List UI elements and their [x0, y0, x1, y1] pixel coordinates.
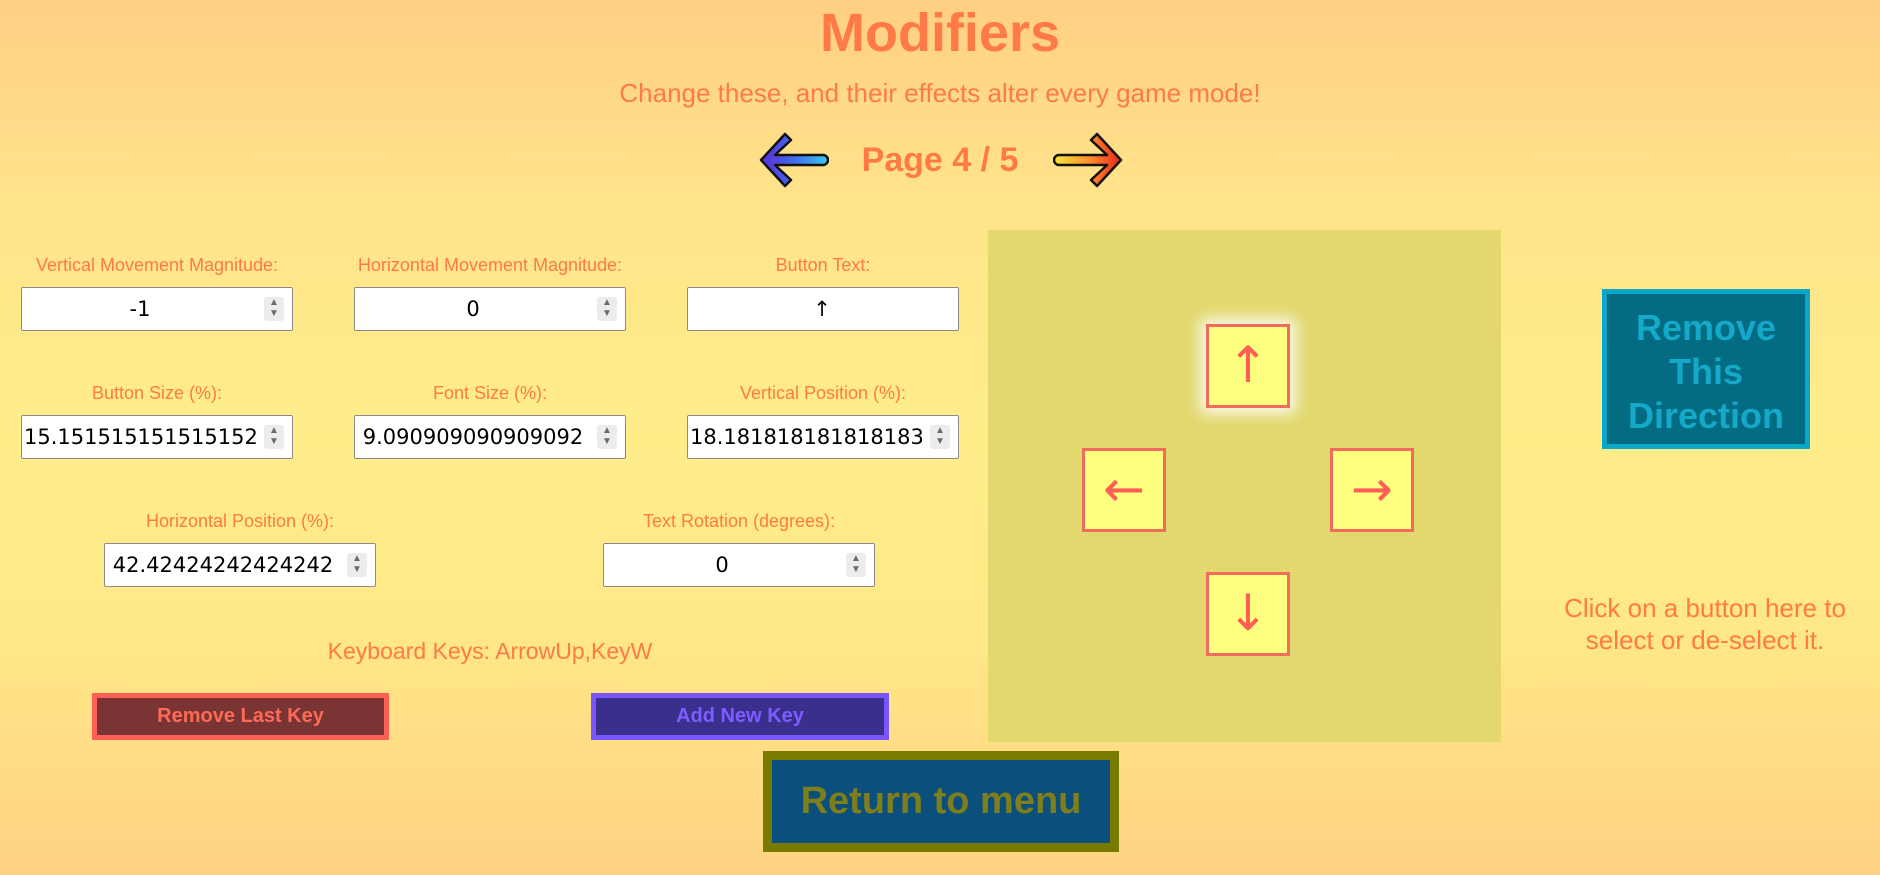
button-size-field[interactable]: ▲ ▼ — [21, 415, 293, 459]
vertical-magnitude-label: Vertical Movement Magnitude: — [35, 255, 279, 275]
spinner-down-icon[interactable]: ▼ — [935, 437, 945, 447]
remove-direction-button[interactable]: Remove This Direction — [1602, 289, 1810, 449]
text-rotation-input[interactable] — [606, 546, 838, 584]
prev-page-button[interactable] — [755, 130, 830, 190]
spinner-down-icon[interactable]: ▼ — [602, 309, 612, 319]
horizontal-position-input[interactable] — [107, 546, 339, 584]
add-new-key-button[interactable]: Add New Key — [591, 693, 889, 740]
spinner-down-icon[interactable]: ▼ — [352, 565, 362, 575]
font-size-field[interactable]: ▲ ▼ — [354, 415, 626, 459]
page-subtitle: Change these, and their effects alter ev… — [619, 78, 1261, 108]
direction-left-button[interactable]: ← — [1082, 448, 1166, 532]
horizontal-position-field[interactable]: ▲ ▼ — [104, 543, 376, 587]
pager: Page 4 / 5 — [0, 130, 1880, 190]
spinner-up-icon[interactable]: ▲ — [352, 554, 362, 564]
spinner-up-icon[interactable]: ▲ — [269, 426, 279, 436]
spinner-up-icon[interactable]: ▲ — [851, 554, 861, 564]
spinner-down-icon[interactable]: ▼ — [602, 437, 612, 447]
vertical-position-field[interactable]: ▲ ▼ — [687, 415, 959, 459]
return-to-menu-button[interactable]: Return to menu — [763, 751, 1119, 852]
arrow-left-icon — [759, 132, 830, 188]
horizontal-magnitude-label: Horizontal Movement Magnitude: — [357, 255, 623, 275]
direction-right-button[interactable]: → — [1330, 448, 1414, 532]
spinner-down-icon[interactable]: ▼ — [269, 437, 279, 447]
horizontal-magnitude-field[interactable]: ▲ ▼ — [354, 287, 626, 331]
keyboard-keys-text: Keyboard Keys: ArrowUp,KeyW — [327, 638, 653, 664]
spinner-down-icon[interactable]: ▼ — [269, 309, 279, 319]
button-text-input[interactable] — [690, 290, 954, 328]
horizontal-position-label: Horizontal Position (%): — [145, 511, 335, 531]
button-size-input[interactable] — [24, 418, 256, 456]
number-spinner[interactable]: ▲ ▼ — [347, 553, 367, 577]
spinner-up-icon[interactable]: ▲ — [935, 426, 945, 436]
direction-preview-panel: ↑ ← → ↓ — [988, 230, 1501, 742]
page-title: Modifiers — [819, 3, 1061, 63]
page-indicator: Page 4 / 5 — [861, 141, 1019, 179]
selection-hint: Click on a button here to select or de-s… — [1564, 593, 1846, 655]
remove-last-key-button[interactable]: Remove Last Key — [92, 693, 389, 740]
vertical-position-input[interactable] — [690, 418, 922, 456]
next-page-button[interactable] — [1052, 130, 1127, 190]
spinner-up-icon[interactable]: ▲ — [602, 298, 612, 308]
font-size-input[interactable] — [357, 418, 589, 456]
direction-up-button[interactable]: ↑ — [1206, 324, 1290, 408]
number-spinner[interactable]: ▲ ▼ — [930, 425, 950, 449]
spinner-up-icon[interactable]: ▲ — [269, 298, 279, 308]
vertical-magnitude-field[interactable]: ▲ ▼ — [21, 287, 293, 331]
vertical-position-label: Vertical Position (%): — [739, 383, 907, 403]
font-size-label: Font Size (%): — [432, 383, 548, 403]
horizontal-magnitude-input[interactable] — [357, 290, 589, 328]
number-spinner[interactable]: ▲ ▼ — [846, 553, 866, 577]
number-spinner[interactable]: ▲ ▼ — [264, 425, 284, 449]
spinner-down-icon[interactable]: ▼ — [851, 565, 861, 575]
arrow-right-icon — [1052, 132, 1123, 188]
spinner-up-icon[interactable]: ▲ — [602, 426, 612, 436]
button-text-field[interactable] — [687, 287, 959, 331]
text-rotation-field[interactable]: ▲ ▼ — [603, 543, 875, 587]
number-spinner[interactable]: ▲ ▼ — [597, 297, 617, 321]
button-text-label: Button Text: — [775, 255, 871, 275]
number-spinner[interactable]: ▲ ▼ — [597, 425, 617, 449]
direction-down-button[interactable]: ↓ — [1206, 572, 1290, 656]
vertical-magnitude-input[interactable] — [24, 290, 256, 328]
button-size-label: Button Size (%): — [91, 383, 223, 403]
text-rotation-label: Text Rotation (degrees): — [642, 511, 836, 531]
number-spinner[interactable]: ▲ ▼ — [264, 297, 284, 321]
